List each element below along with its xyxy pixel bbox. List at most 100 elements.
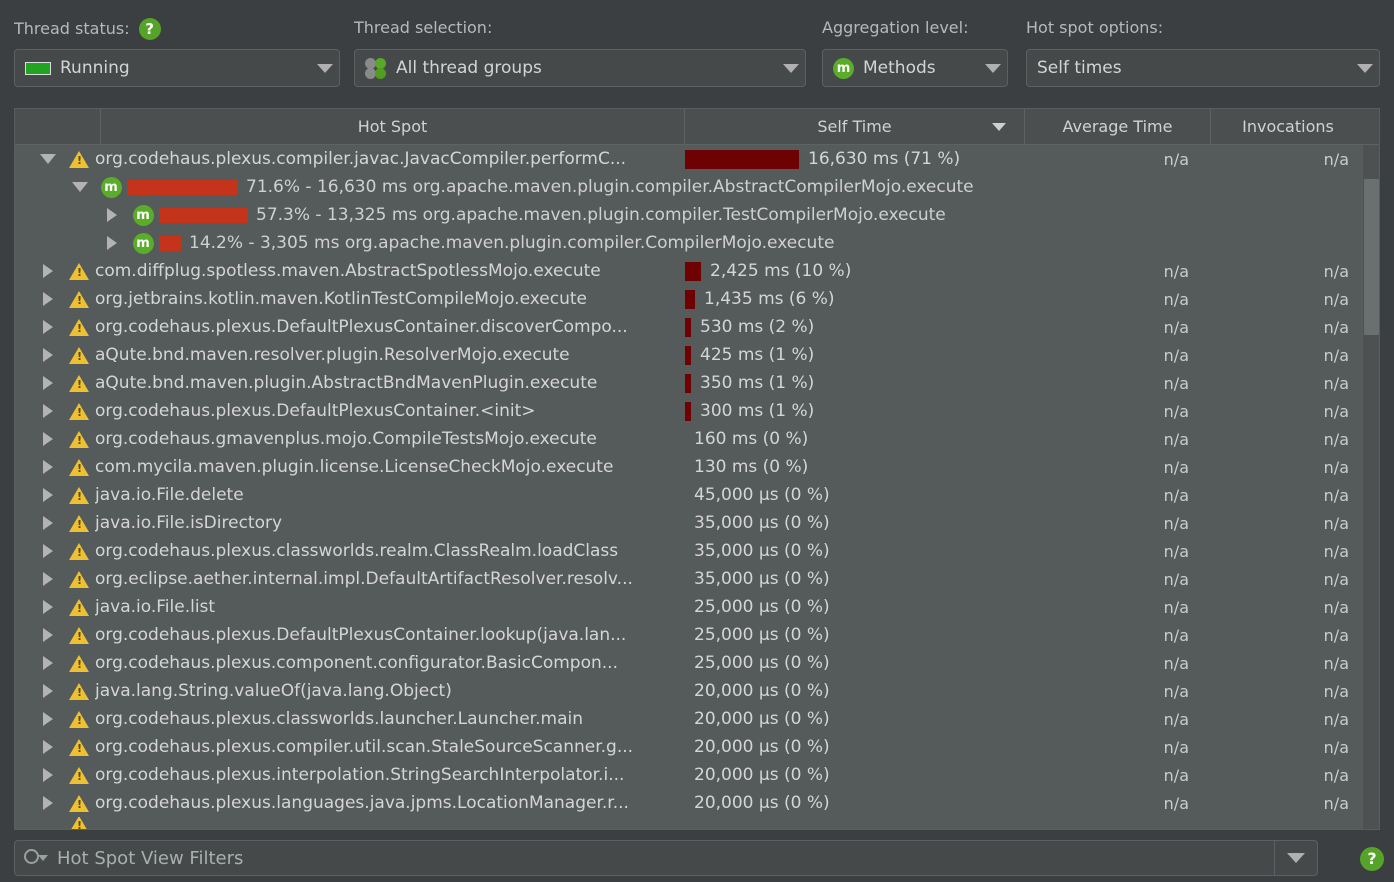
filter-input[interactable]: Hot Spot View Filters [57, 848, 1274, 869]
chevron-right-icon [43, 628, 53, 642]
expand-toggle[interactable] [33, 712, 63, 726]
column-header-hot-spot[interactable]: Hot Spot [101, 109, 685, 144]
table-row[interactable]: org.codehaus.plexus.DefaultPlexusContain… [15, 621, 1379, 649]
expand-toggle[interactable] [33, 320, 63, 334]
expand-toggle[interactable] [33, 656, 63, 670]
cell-self-time: 45,000 µs (0 %) [685, 481, 1025, 509]
cell-invocations: n/a [1323, 401, 1349, 421]
table-row[interactable]: org.codehaus.plexus.languages.java.jpms.… [15, 789, 1379, 817]
expand-toggle[interactable] [33, 544, 63, 558]
expand-toggle[interactable] [33, 684, 63, 698]
cell-invocations: n/a [1323, 261, 1349, 281]
table-row[interactable]: org.jetbrains.kotlin.maven.KotlinTestCom… [15, 285, 1379, 313]
table-row[interactable]: org.codehaus.plexus.component.configurat… [15, 649, 1379, 677]
cell-invocations: n/a [1323, 289, 1349, 309]
cell-self-time: 20,000 µs (0 %) [685, 677, 1025, 705]
table-row[interactable]: java.io.File.delete 45,000 µs (0 %) n/a n/a [15, 481, 1379, 509]
search-icon[interactable] [15, 849, 57, 867]
expand-toggle[interactable] [33, 740, 63, 754]
cell-invocations: n/a [1323, 737, 1349, 757]
cell-hot-spot: org.jetbrains.kotlin.maven.KotlinTestCom… [15, 285, 685, 313]
table-row[interactable]: org.codehaus.plexus.interpolation.String… [15, 761, 1379, 789]
help-icon[interactable]: ? [1360, 847, 1384, 871]
expand-toggle[interactable] [33, 796, 63, 810]
expand-toggle[interactable] [33, 348, 63, 362]
table-row-partial[interactable] [15, 817, 1379, 829]
expand-toggle[interactable] [33, 572, 63, 586]
table-row[interactable]: org.codehaus.plexus.classworlds.launcher… [15, 705, 1379, 733]
vertical-scrollbar-thumb[interactable] [1364, 179, 1379, 335]
thread-status-select[interactable]: Running [14, 49, 340, 87]
collapse-toggle[interactable] [65, 182, 95, 192]
expand-toggle[interactable] [33, 628, 63, 642]
warning-icon [63, 570, 95, 588]
self-time-value: 16,630 ms (71 %) [808, 149, 961, 169]
cell-hot-spot: org.codehaus.plexus.classworlds.realm.Cl… [15, 537, 685, 565]
table-row[interactable]: org.codehaus.plexus.compiler.javac.Javac… [15, 145, 1379, 173]
call-tree-node-label: 71.6% - 16,630 ms org.apache.maven.plugi… [246, 177, 974, 197]
hot-spot-name: org.eclipse.aether.internal.impl.Default… [95, 569, 633, 589]
table-row[interactable]: org.codehaus.plexus.DefaultPlexusContain… [15, 313, 1379, 341]
expand-toggle[interactable] [33, 600, 63, 614]
warning-triangle-icon [69, 318, 89, 336]
table-row[interactable]: java.io.File.isDirectory 35,000 µs (0 %) n… [15, 509, 1379, 537]
cell-self-time: 2,425 ms (10 %) [685, 257, 1025, 285]
expand-toggle[interactable] [33, 264, 63, 278]
table-row[interactable]: com.mycila.maven.plugin.license.LicenseC… [15, 453, 1379, 481]
expand-toggle[interactable] [33, 488, 63, 502]
method-icon: m [127, 232, 159, 254]
expand-toggle[interactable] [97, 208, 127, 222]
filter-dropdown-button[interactable] [1274, 841, 1317, 875]
column-header-tree[interactable] [15, 109, 101, 144]
warning-icon [63, 710, 95, 728]
table-row[interactable]: java.io.File.list 25,000 µs (0 %) n/a n/a [15, 593, 1379, 621]
vertical-scrollbar[interactable] [1362, 145, 1379, 829]
cell-invocations: n/a [1323, 345, 1349, 365]
chevron-right-icon [43, 432, 53, 446]
aggregation-level-select[interactable]: m Methods [822, 49, 1008, 87]
table-row[interactable]: aQute.bnd.maven.resolver.plugin.Resolver… [15, 341, 1379, 369]
cell-average-time: n/a [1163, 345, 1189, 365]
column-header-self-time[interactable]: Self Time [685, 109, 1025, 144]
collapse-toggle[interactable] [33, 154, 63, 164]
help-icon[interactable]: ? [138, 18, 161, 40]
table-row[interactable]: m 57.3% - 13,325 ms org.apache.maven.plug… [15, 201, 1379, 229]
call-percentage-bar [159, 207, 248, 223]
expand-toggle[interactable] [33, 432, 63, 446]
expand-toggle[interactable] [33, 292, 63, 306]
expand-toggle[interactable] [97, 236, 127, 250]
table-row[interactable]: m 14.2% - 3,305 ms org.apache.maven.plugi… [15, 229, 1379, 257]
self-time-value: 25,000 µs (0 %) [694, 653, 830, 673]
table-row[interactable]: java.lang.String.valueOf(java.lang.Objec… [15, 677, 1379, 705]
expand-toggle[interactable] [33, 404, 63, 418]
method-glyph: m [132, 204, 154, 226]
thread-selection-select[interactable]: All thread groups [354, 49, 806, 87]
cell-hot-spot: org.codehaus.plexus.DefaultPlexusContain… [15, 621, 685, 649]
thread-status-label: Thread status: [14, 19, 130, 38]
table-row[interactable]: org.eclipse.aether.internal.impl.Default… [15, 565, 1379, 593]
table-row[interactable]: com.diffplug.spotless.maven.AbstractSpot… [15, 257, 1379, 285]
table-row[interactable]: org.codehaus.gmavenplus.mojo.CompileTest… [15, 425, 1379, 453]
expand-toggle[interactable] [33, 376, 63, 390]
cell-self-time: 25,000 µs (0 %) [685, 593, 1025, 621]
warning-triangle-icon [69, 290, 89, 308]
self-time-value: 350 ms (1 %) [700, 373, 815, 393]
expand-toggle[interactable] [33, 768, 63, 782]
column-header-invocations[interactable]: Invocations [1211, 109, 1365, 144]
table-row[interactable]: org.codehaus.plexus.DefaultPlexusContain… [15, 397, 1379, 425]
hot-spot-name: org.codehaus.gmavenplus.mojo.CompileTest… [95, 429, 597, 449]
table-row[interactable]: m 71.6% - 16,630 ms org.apache.maven.plug… [15, 173, 1379, 201]
column-header-average-time[interactable]: Average Time [1025, 109, 1211, 144]
hot-spot-options-select[interactable]: Self times [1026, 49, 1380, 87]
warning-icon [63, 318, 95, 336]
table-row[interactable]: org.codehaus.plexus.classworlds.realm.Cl… [15, 537, 1379, 565]
warning-triangle-icon [69, 262, 89, 280]
table-row[interactable]: aQute.bnd.maven.plugin.AbstractBndMavenP… [15, 369, 1379, 397]
expand-toggle[interactable] [33, 460, 63, 474]
cell-average-time: n/a [1163, 429, 1189, 449]
hot-spot-view-filter[interactable]: Hot Spot View Filters [14, 840, 1318, 876]
hot-spot-name: org.codehaus.plexus.interpolation.String… [95, 765, 625, 785]
expand-toggle[interactable] [33, 516, 63, 530]
table-row[interactable]: org.codehaus.plexus.compiler.util.scan.S… [15, 733, 1379, 761]
help-button[interactable]: ? [1360, 847, 1384, 871]
